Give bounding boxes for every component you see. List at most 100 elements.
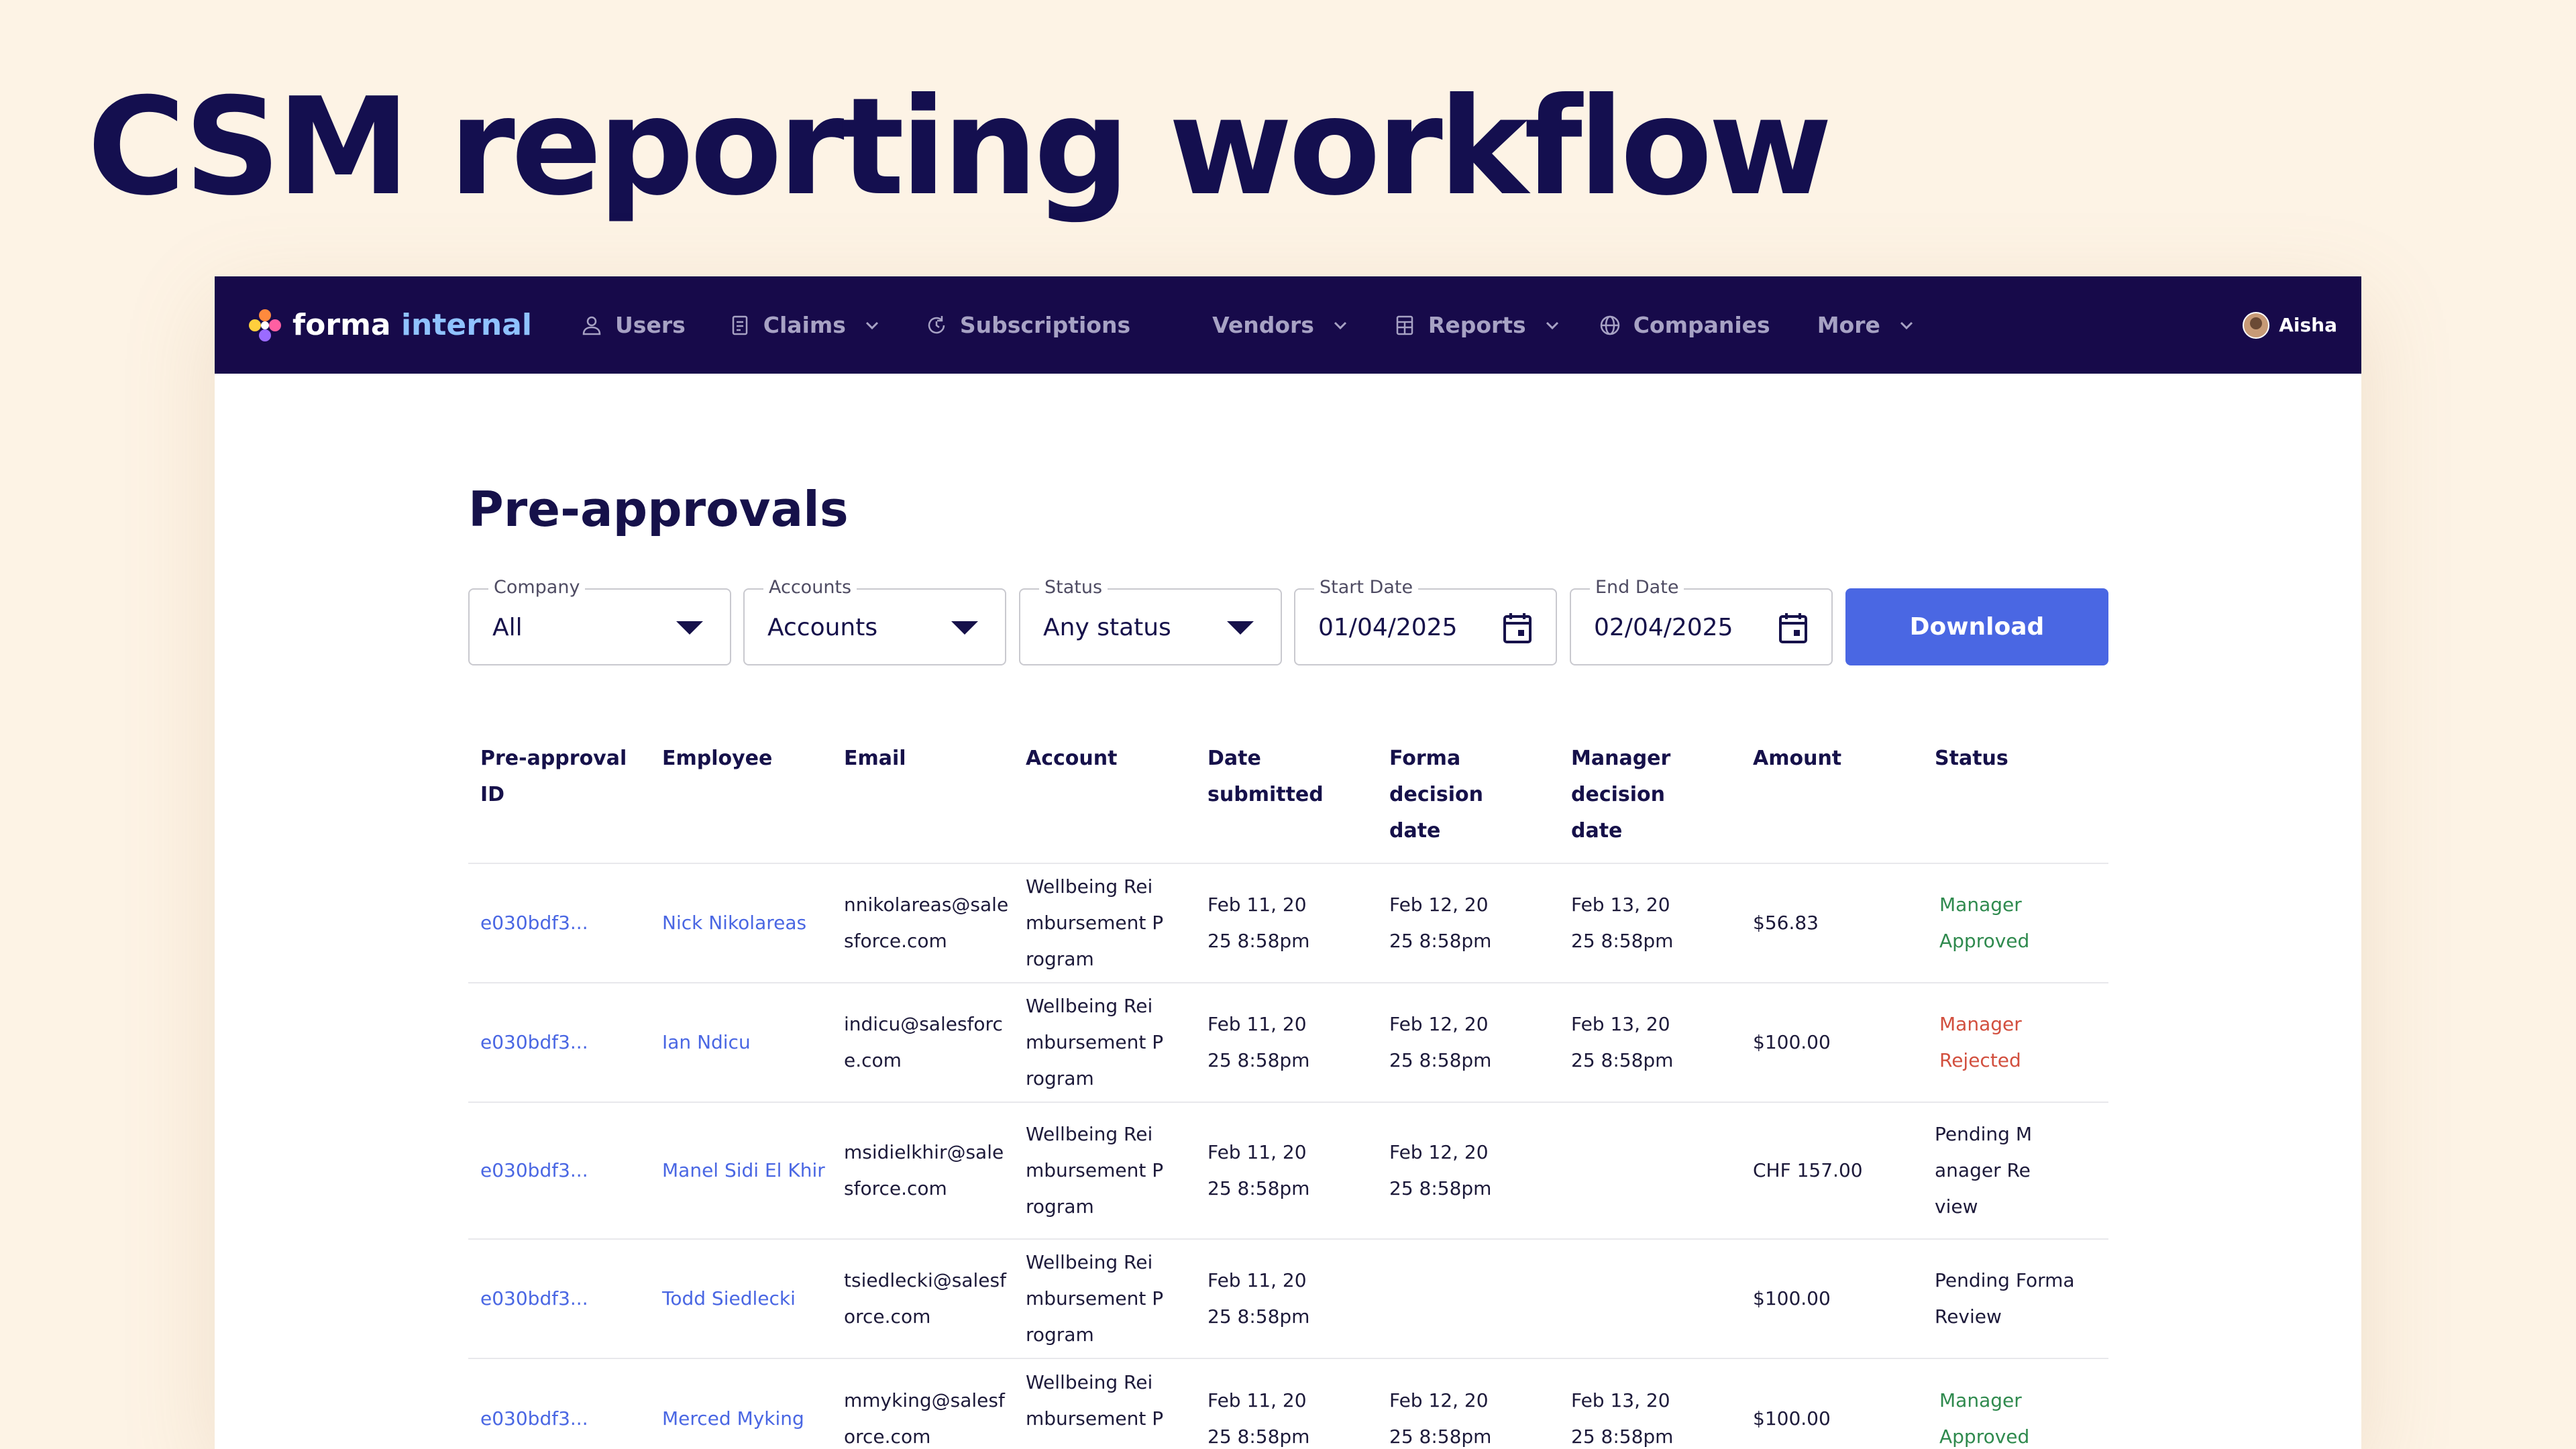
logo-accent: internal bbox=[400, 308, 533, 342]
column-header[interactable]: Forma decision date bbox=[1377, 726, 1559, 863]
table-row[interactable]: e030bdf3... Todd Siedlecki tsiedlecki@sa… bbox=[468, 1238, 2108, 1358]
manager-decision-cell: Feb 13, 2025 8:58pm bbox=[1559, 863, 1741, 983]
status-badge: Pending Forma Review bbox=[1923, 1238, 2108, 1358]
nav-item-companies[interactable]: Companies bbox=[1599, 312, 1770, 338]
forma-decision-cell bbox=[1377, 1238, 1559, 1358]
date-submitted-cell: Feb 11, 2025 8:58pm bbox=[1195, 1358, 1377, 1449]
end-date-value: 02/04/2025 bbox=[1594, 614, 1733, 641]
forma-logo[interactable]: forma internal bbox=[247, 307, 532, 343]
chevron-down-icon bbox=[1546, 321, 1558, 329]
column-header[interactable]: Pre-approval ID bbox=[468, 726, 650, 863]
status-select[interactable]: Status Any status bbox=[1019, 577, 1282, 665]
company-value: All bbox=[492, 614, 523, 641]
page-title: Pre-approvals bbox=[468, 481, 849, 537]
table-row[interactable]: e030bdf3... Manel Sidi El Khir msidielkh… bbox=[468, 1102, 2108, 1239]
end-date-label: End Date bbox=[1590, 577, 1684, 598]
amount-cell: $56.83 bbox=[1741, 863, 1923, 983]
amount-cell: $100.00 bbox=[1741, 982, 1923, 1102]
user-name: Aisha bbox=[2279, 314, 2337, 336]
nav-item-more[interactable]: More bbox=[1817, 312, 1917, 338]
column-header[interactable]: Account bbox=[1014, 726, 1195, 863]
manager-decision-cell bbox=[1559, 1238, 1741, 1358]
employee-link[interactable]: Todd Siedlecki bbox=[650, 1238, 832, 1358]
status-badge: Manager Approved bbox=[1923, 863, 2108, 983]
status-badge: Manager Approved bbox=[1923, 1358, 2108, 1449]
nav-item-vendors[interactable]: Vendors bbox=[1212, 312, 1350, 338]
column-header[interactable]: Email bbox=[832, 726, 1014, 863]
forma-decision-cell: Feb 12, 2025 8:58pm bbox=[1377, 982, 1559, 1102]
employee-link[interactable]: Ian Ndicu bbox=[650, 982, 832, 1102]
nav-label-reports: Reports bbox=[1428, 312, 1526, 338]
nav-label-vendors: Vendors bbox=[1212, 312, 1314, 338]
pre-approvals-table: Pre-approval ID Employee Email Account D… bbox=[468, 726, 2108, 1449]
email-cell: tsiedlecki@salesforce.com bbox=[832, 1238, 1014, 1358]
nav-label-claims: Claims bbox=[763, 312, 846, 338]
column-header[interactable]: Employee bbox=[650, 726, 832, 863]
employee-link[interactable]: Merced Myking bbox=[650, 1358, 832, 1449]
user-menu[interactable]: Aisha bbox=[2243, 276, 2337, 374]
chevron-down-icon bbox=[865, 321, 878, 329]
nav-label-more: More bbox=[1817, 312, 1880, 338]
amount-cell: $100.00 bbox=[1741, 1238, 1923, 1358]
nav-label-companies: Companies bbox=[1633, 312, 1770, 338]
avatar bbox=[2243, 311, 2270, 339]
manager-decision-cell: Feb 13, 2025 8:58pm bbox=[1559, 982, 1741, 1102]
amount-cell: CHF 157.00 bbox=[1741, 1102, 1923, 1239]
status-badge: Manager Rejected bbox=[1923, 982, 2108, 1102]
nav-item-claims[interactable]: Claims bbox=[729, 312, 882, 338]
pre-approval-id-link[interactable]: e030bdf3... bbox=[468, 863, 650, 983]
date-submitted-cell: Feb 11, 2025 8:58pm bbox=[1195, 863, 1377, 983]
chevron-down-icon bbox=[1900, 321, 1913, 329]
globe-icon bbox=[1600, 315, 1619, 335]
pre-approval-id-link[interactable]: e030bdf3... bbox=[468, 1358, 650, 1449]
accounts-label: Accounts bbox=[763, 577, 857, 598]
refresh-icon bbox=[928, 315, 945, 333]
nav-item-users[interactable]: Users bbox=[580, 312, 686, 338]
manager-decision-cell: Feb 13, 2025 8:58pm bbox=[1559, 1358, 1741, 1449]
nav-item-reports[interactable]: Reports bbox=[1393, 312, 1562, 338]
column-header[interactable]: Manager decision date bbox=[1559, 726, 1741, 863]
pre-approval-id-link[interactable]: e030bdf3... bbox=[468, 982, 650, 1102]
column-header[interactable]: Date submitted bbox=[1195, 726, 1377, 863]
nav-item-subscriptions[interactable]: Subscriptions bbox=[925, 312, 1130, 338]
pre-approval-id-link[interactable]: e030bdf3... bbox=[468, 1238, 650, 1358]
calendar-icon[interactable] bbox=[1502, 611, 1533, 645]
date-submitted-cell: Feb 11, 2025 8:58pm bbox=[1195, 1102, 1377, 1239]
accounts-select[interactable]: Accounts Accounts bbox=[743, 577, 1006, 665]
employee-link[interactable]: Nick Nikolareas bbox=[650, 863, 832, 983]
table-row[interactable]: e030bdf3... Merced Myking mmyking@salesf… bbox=[468, 1358, 2108, 1449]
account-cell: Wellbeing Reimbursement Program bbox=[1014, 1358, 1195, 1449]
top-nav: forma internal Users Claims Subscription… bbox=[215, 276, 2361, 374]
dropdown-arrow-icon bbox=[951, 621, 978, 635]
column-header[interactable]: Status bbox=[1923, 726, 2108, 863]
forma-decision-cell: Feb 12, 2025 8:58pm bbox=[1377, 1102, 1559, 1239]
employee-link[interactable]: Manel Sidi El Khir bbox=[650, 1102, 832, 1239]
pre-approval-id-link[interactable]: e030bdf3... bbox=[468, 1102, 650, 1239]
table-row[interactable]: e030bdf3... Ian Ndicu indicu@salesforce.… bbox=[468, 982, 2108, 1102]
forma-logo-icon bbox=[249, 309, 281, 341]
chevron-down-icon bbox=[1334, 321, 1346, 329]
dropdown-arrow-icon bbox=[1227, 621, 1254, 635]
status-label: Status bbox=[1039, 577, 1108, 598]
calendar-icon[interactable] bbox=[1778, 611, 1809, 645]
end-date-field[interactable]: End Date 02/04/2025 bbox=[1570, 577, 1833, 665]
start-date-field[interactable]: Start Date 01/04/2025 bbox=[1294, 577, 1557, 665]
email-cell: nnikolareas@salesforce.com bbox=[832, 863, 1014, 983]
forma-decision-cell: Feb 12, 2025 8:58pm bbox=[1377, 1358, 1559, 1449]
company-select[interactable]: Company All bbox=[468, 577, 731, 665]
table-header-row: Pre-approval ID Employee Email Account D… bbox=[468, 726, 2108, 863]
table-row[interactable]: e030bdf3... Nick Nikolareas nnikolareas@… bbox=[468, 863, 2108, 983]
table-icon bbox=[1396, 315, 1413, 335]
download-button[interactable]: Download bbox=[1845, 588, 2108, 665]
status-badge: Pending Manager Review bbox=[1923, 1102, 2108, 1239]
slide-title: CSM reporting workflow bbox=[87, 69, 1833, 225]
start-date-value: 01/04/2025 bbox=[1318, 614, 1458, 641]
email-cell: msidielkhir@salesforce.com bbox=[832, 1102, 1014, 1239]
user-icon bbox=[582, 316, 601, 335]
company-label: Company bbox=[488, 577, 586, 598]
column-header[interactable]: Amount bbox=[1741, 726, 1923, 863]
logo-word: forma bbox=[292, 308, 391, 342]
dropdown-arrow-icon bbox=[676, 621, 703, 635]
amount-cell: $100.00 bbox=[1741, 1358, 1923, 1449]
nav-label-users: Users bbox=[615, 312, 686, 338]
